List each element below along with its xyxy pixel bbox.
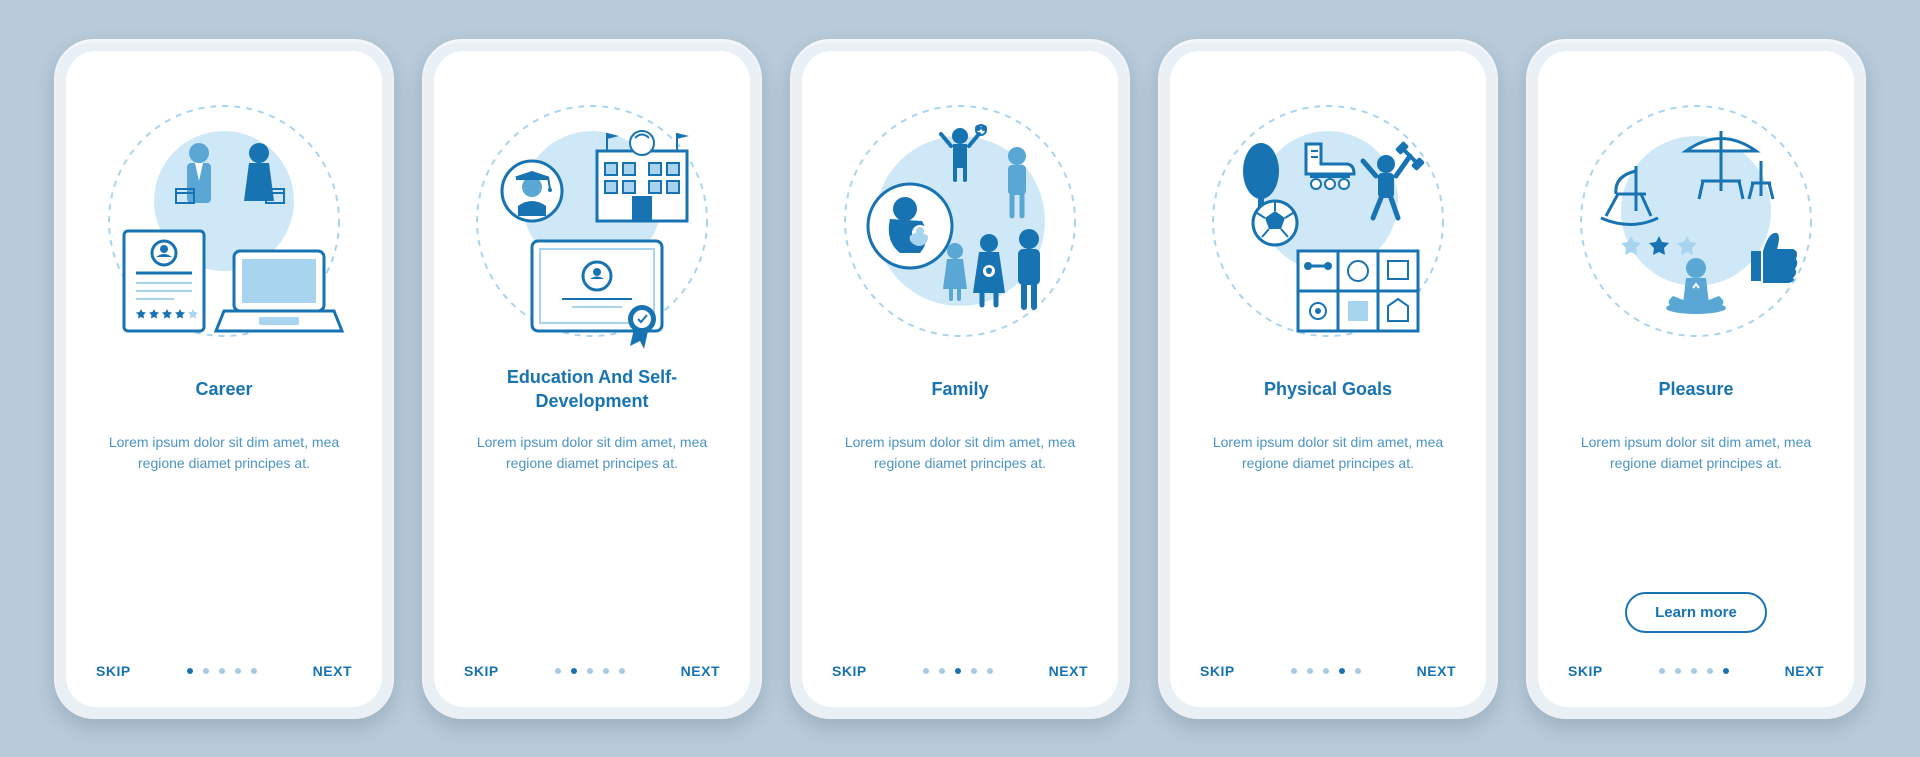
phone-career: Career Lorem ipsum dolor sit dim amet, m… [54, 39, 394, 719]
skip-button[interactable]: SKIP [464, 663, 499, 679]
screen: Family Lorem ipsum dolor sit dim amet, m… [802, 51, 1118, 707]
skip-button[interactable]: SKIP [832, 663, 867, 679]
phone-education: Education And Self-Development Lorem ips… [422, 39, 762, 719]
dot[interactable] [971, 668, 977, 674]
skip-button[interactable]: SKIP [1200, 663, 1235, 679]
next-button[interactable]: NEXT [313, 663, 352, 679]
screen-desc: Lorem ipsum dolor sit dim amet, mea regi… [826, 432, 1094, 663]
dot[interactable] [1675, 668, 1681, 674]
screen: Pleasure Lorem ipsum dolor sit dim amet,… [1538, 51, 1854, 707]
dot[interactable] [187, 668, 193, 674]
phone-pleasure: Pleasure Lorem ipsum dolor sit dim amet,… [1526, 39, 1866, 719]
dot[interactable] [923, 668, 929, 674]
dot[interactable] [587, 668, 593, 674]
screen: Physical Goals Lorem ipsum dolor sit dim… [1170, 51, 1486, 707]
next-button[interactable]: NEXT [1049, 663, 1088, 679]
dot[interactable] [1723, 668, 1729, 674]
footer: SKIP NEXT [1562, 663, 1830, 687]
career-illustration [94, 91, 354, 351]
footer: SKIP NEXT [1194, 663, 1462, 687]
dot[interactable] [1355, 668, 1361, 674]
dot[interactable] [235, 668, 241, 674]
pleasure-illustration [1566, 91, 1826, 351]
footer: SKIP NEXT [458, 663, 726, 687]
screen-title: Physical Goals [1254, 366, 1402, 414]
skip-button[interactable]: SKIP [96, 663, 131, 679]
screen-title: Pleasure [1648, 366, 1743, 414]
page-dots [923, 668, 993, 674]
page-dots [187, 668, 257, 674]
dot[interactable] [1339, 668, 1345, 674]
footer: SKIP NEXT [90, 663, 358, 687]
screen: Education And Self-Development Lorem ips… [434, 51, 750, 707]
phone-family: Family Lorem ipsum dolor sit dim amet, m… [790, 39, 1130, 719]
dot[interactable] [1307, 668, 1313, 674]
screen: Career Lorem ipsum dolor sit dim amet, m… [66, 51, 382, 707]
screen-desc: Lorem ipsum dolor sit dim amet, mea regi… [1194, 432, 1462, 663]
screen-title: Family [921, 366, 998, 414]
page-dots [555, 668, 625, 674]
dot[interactable] [1659, 668, 1665, 674]
screen-desc: Lorem ipsum dolor sit dim amet, mea regi… [458, 432, 726, 663]
dot[interactable] [219, 668, 225, 674]
dot[interactable] [203, 668, 209, 674]
next-button[interactable]: NEXT [1417, 663, 1456, 679]
page-dots [1291, 668, 1361, 674]
dot[interactable] [603, 668, 609, 674]
next-button[interactable]: NEXT [1785, 663, 1824, 679]
dot[interactable] [555, 668, 561, 674]
dot[interactable] [939, 668, 945, 674]
screen-desc: Lorem ipsum dolor sit dim amet, mea regi… [1562, 432, 1830, 592]
education-illustration [462, 91, 722, 351]
family-illustration [830, 91, 1090, 351]
next-button[interactable]: NEXT [681, 663, 720, 679]
physical-illustration [1198, 91, 1458, 351]
screen-desc: Lorem ipsum dolor sit dim amet, mea regi… [90, 432, 358, 663]
dot[interactable] [251, 668, 257, 674]
screen-title: Education And Self-Development [458, 366, 726, 414]
dot[interactable] [619, 668, 625, 674]
screen-title: Career [185, 366, 262, 414]
dot[interactable] [1691, 668, 1697, 674]
dot[interactable] [987, 668, 993, 674]
page-dots [1659, 668, 1729, 674]
phone-physical: Physical Goals Lorem ipsum dolor sit dim… [1158, 39, 1498, 719]
dot[interactable] [1707, 668, 1713, 674]
dot[interactable] [1323, 668, 1329, 674]
dot[interactable] [571, 668, 577, 674]
skip-button[interactable]: SKIP [1568, 663, 1603, 679]
footer: SKIP NEXT [826, 663, 1094, 687]
dot[interactable] [955, 668, 961, 674]
dot[interactable] [1291, 668, 1297, 674]
learn-more-button[interactable]: Learn more [1625, 592, 1767, 633]
